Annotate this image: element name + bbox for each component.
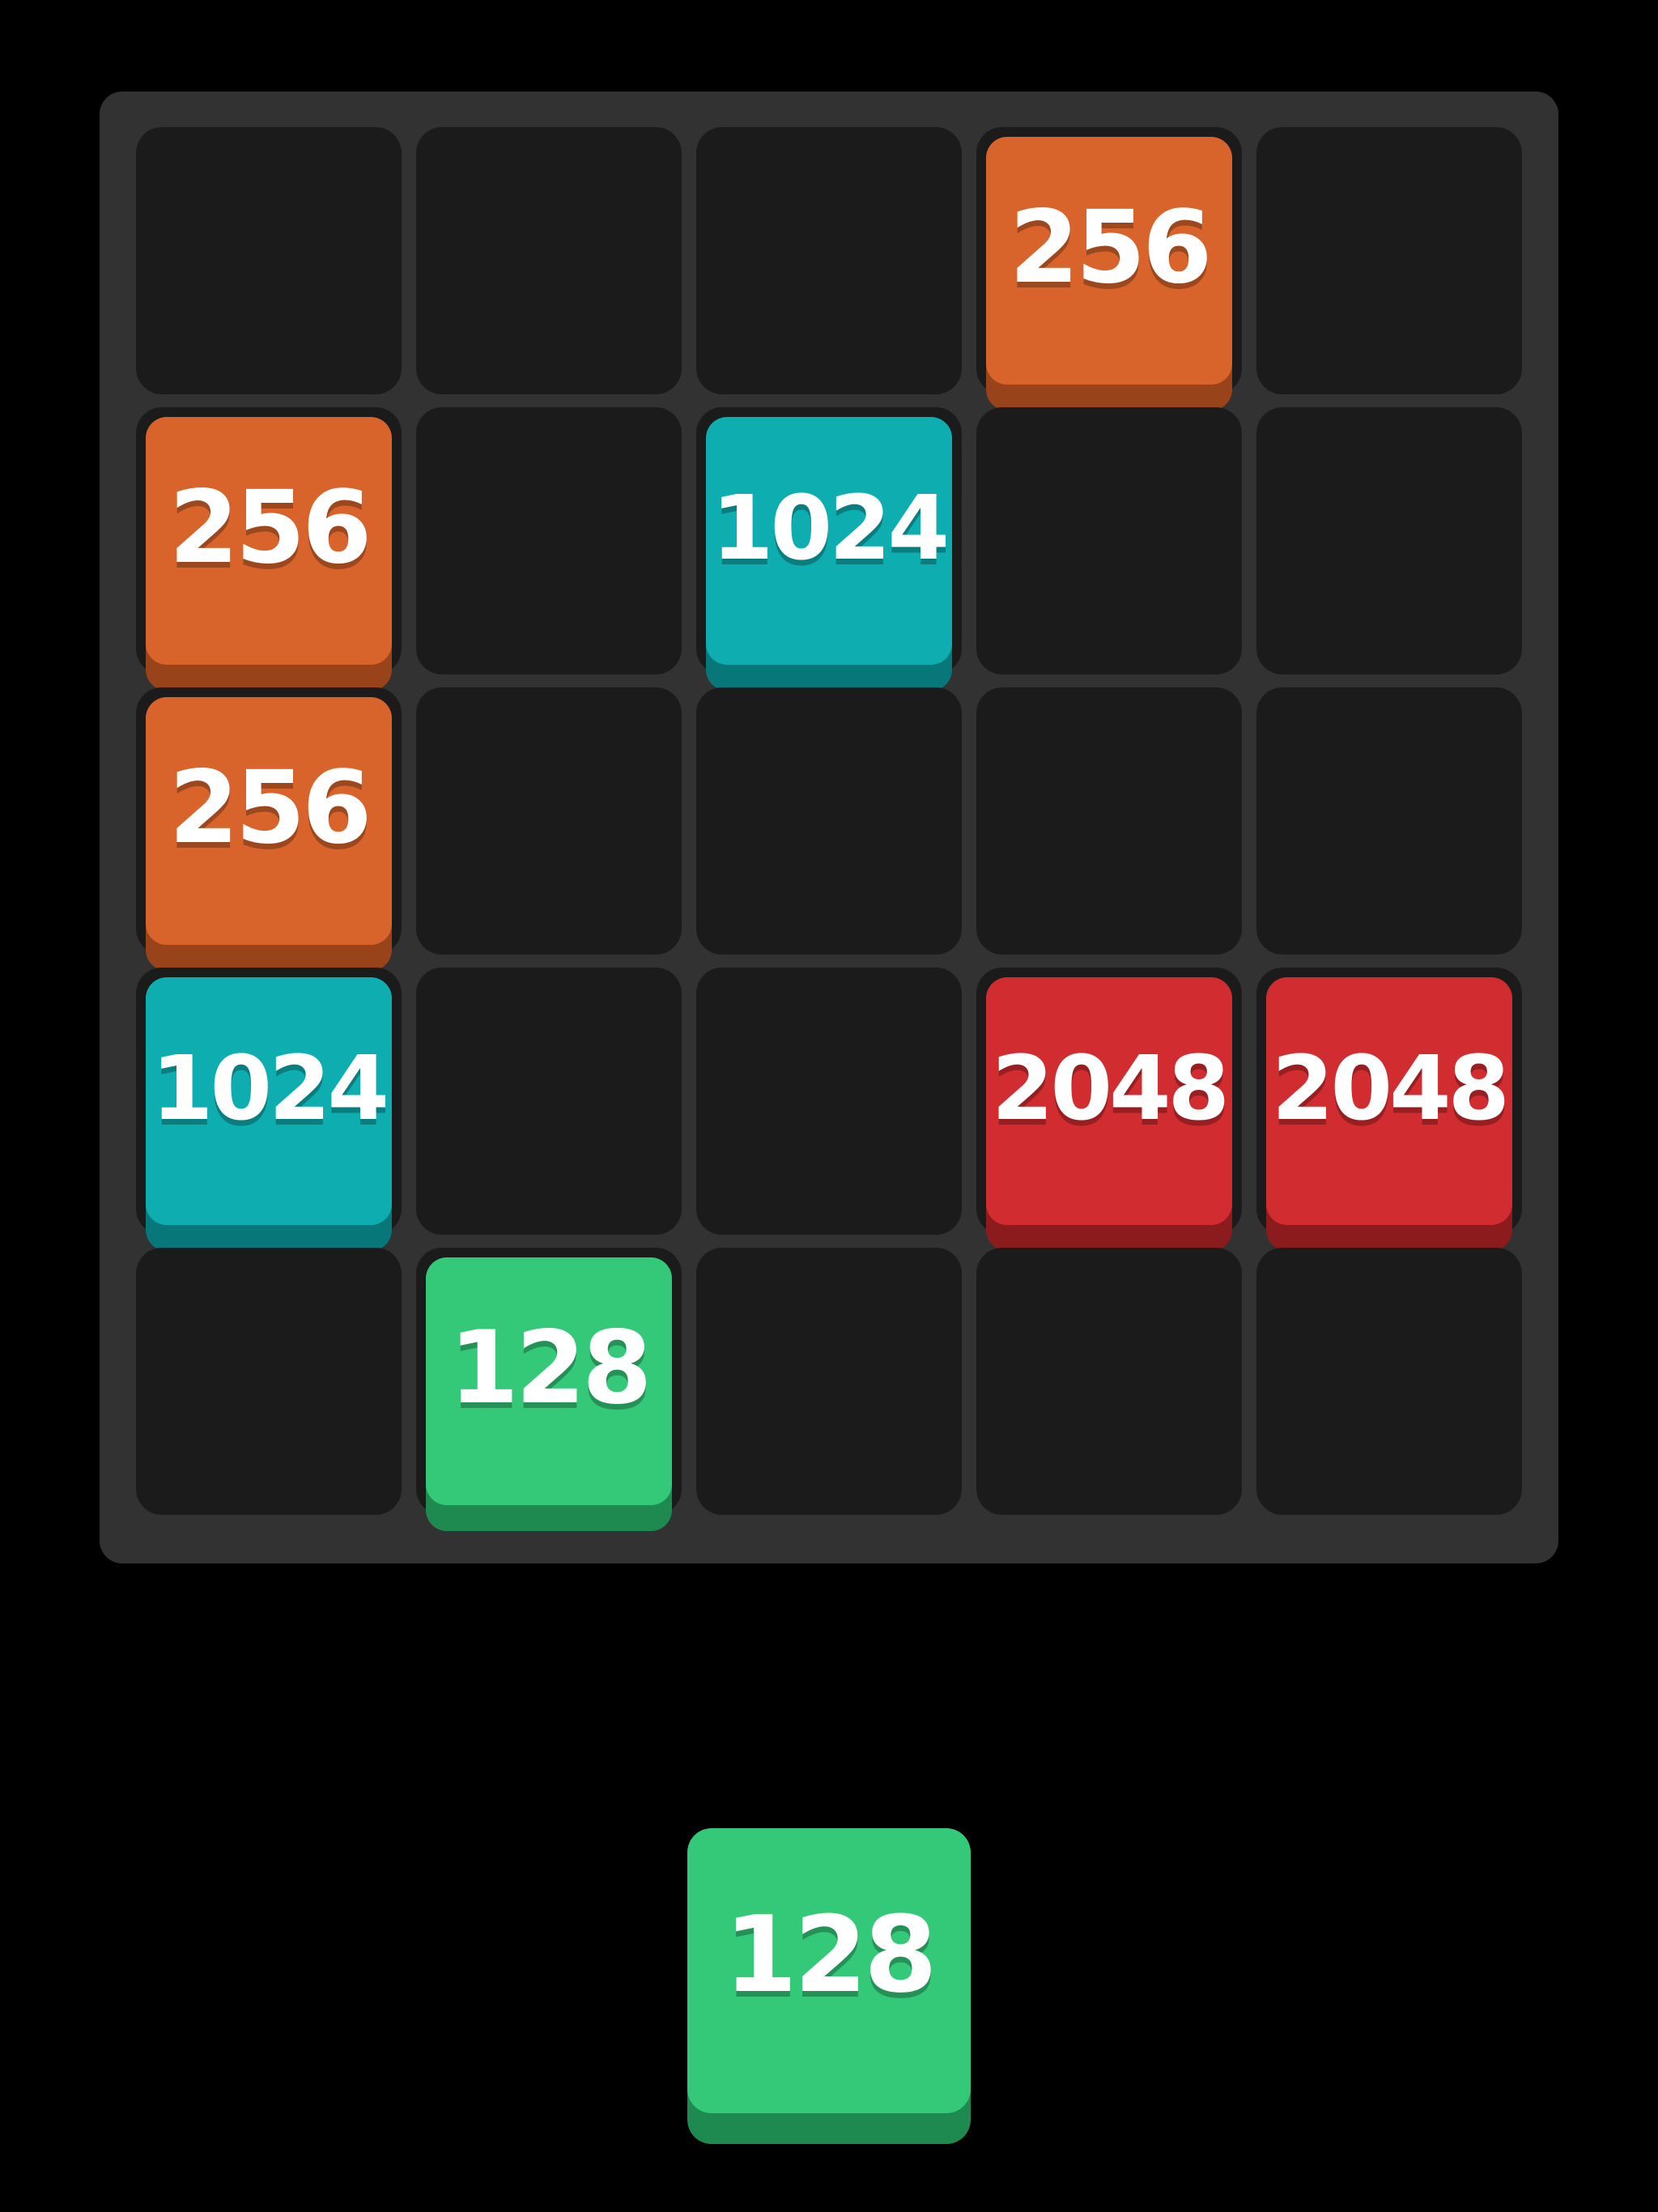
board-cell[interactable] [416,127,682,394]
tile-128: 128 [426,1257,672,1505]
board-cell[interactable] [1256,687,1522,955]
board-cell[interactable] [136,1248,402,1515]
tile-2048: 2048 [986,977,1232,1225]
board-cell[interactable] [976,407,1242,674]
board-cell[interactable]: 256 [136,407,402,674]
tile-256: 256 [986,137,1232,385]
tile-256: 256 [146,697,392,945]
board-cell[interactable]: 256 [136,687,402,955]
tile-value: 2048 [991,1036,1230,1140]
game-board: 256 256 1024 256 1024 2048 2048 128 [100,91,1558,1563]
board-cell[interactable]: 128 [416,1248,682,1515]
tile-value: 2048 [1271,1036,1510,1140]
tile-value: 256 [168,470,372,586]
tile-2048: 2048 [1266,977,1512,1225]
board-cell[interactable]: 2048 [976,968,1242,1235]
board-cell[interactable]: 2048 [1256,968,1522,1235]
board-cell[interactable] [696,968,962,1235]
board-cell[interactable] [416,968,682,1235]
board-cell[interactable]: 1024 [136,968,402,1235]
next-tile-value: 128 [724,1893,937,2016]
board-cell[interactable] [1256,1248,1522,1515]
board-cell[interactable] [1256,407,1522,674]
board-cell[interactable] [976,687,1242,955]
tile-value: 256 [1009,189,1213,306]
next-tile[interactable]: 128 [687,1828,971,2113]
tile-value: 256 [168,750,372,866]
tile-value: 1024 [711,476,950,580]
tile-value: 128 [449,1310,653,1427]
board-cell[interactable] [1256,127,1522,394]
board-cell[interactable] [416,407,682,674]
board-cell[interactable] [136,127,402,394]
board-cell[interactable] [696,127,962,394]
board-cell[interactable] [696,1248,962,1515]
board-cell[interactable] [696,687,962,955]
tile-1024: 1024 [706,417,952,665]
board-cell[interactable]: 256 [976,127,1242,394]
board-cell[interactable] [976,1248,1242,1515]
board-grid: 256 256 1024 256 1024 2048 2048 128 [136,127,1522,1515]
board-cell[interactable]: 1024 [696,407,962,674]
tile-value: 1024 [151,1036,389,1140]
tile-256: 256 [146,417,392,665]
tile-1024: 1024 [146,977,392,1225]
board-cell[interactable] [416,687,682,955]
